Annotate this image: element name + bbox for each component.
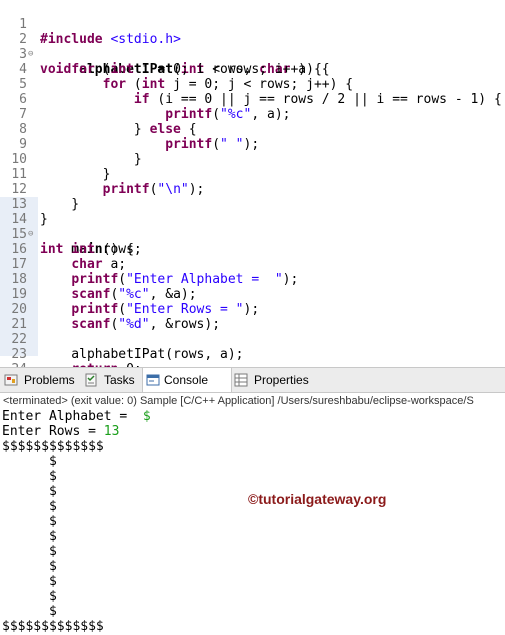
- code-line: 11 printf("\n");: [0, 152, 505, 197]
- console-line: Enter Rows = 13: [2, 424, 119, 439]
- console-output-line: $$$$$$$$$$$$$: [2, 619, 104, 634]
- console-output-line: $: [2, 559, 57, 574]
- console-prompt: Enter Rows =: [2, 424, 104, 439]
- code-line: 4 for (int j = 0; j < rows; j++) {: [0, 47, 505, 92]
- code-line: 5 if (i == 0 || j == rows / 2 || i == ro…: [0, 62, 505, 107]
- console-output-line: $: [2, 589, 57, 604]
- console-status-line: <terminated> (exit value: 0) Sample [C/C…: [3, 395, 474, 407]
- tab-label: Tasks: [104, 373, 135, 387]
- console-output-line: $: [2, 469, 57, 484]
- console-user-input: 13: [103, 424, 120, 439]
- tab-problems[interactable]: Problems: [4, 368, 76, 392]
- code-line: 13 }: [0, 182, 505, 227]
- code-line: 12 }: [0, 167, 505, 212]
- code-line: 18 scanf("%c", &a);: [0, 257, 505, 302]
- code-line: 14 ⊖ int main() {: [0, 197, 505, 257]
- code-line: 24 }: [0, 347, 505, 367]
- console-line: Enter Alphabet = $: [2, 409, 151, 424]
- console-output-line: $: [2, 514, 57, 529]
- console-output-line: $: [2, 529, 57, 544]
- watermark: ©tutorialgateway.org: [248, 491, 387, 507]
- code-line: 17 printf("Enter Alphabet = ");: [0, 242, 505, 287]
- console-output-line: $: [2, 454, 57, 469]
- code-line: 16 char a;: [0, 227, 505, 272]
- code-line: 7 } else {: [0, 92, 505, 137]
- console-output-line: $: [2, 499, 57, 514]
- problems-icon: [4, 374, 18, 386]
- tab-label: Console: [164, 373, 209, 387]
- code-line: 3 for (int i = 0; i < rows; i++) {: [0, 32, 505, 77]
- console-output-line: $$$$$$$$$$$$$: [2, 439, 104, 454]
- code-line: 20 scanf("%d", &rows);: [0, 287, 505, 332]
- tab-label: Properties: [254, 373, 309, 387]
- properties-icon: [234, 373, 248, 387]
- code-editor[interactable]: 1 #include <stdio.h> 2 ⊖ void alphabetIP…: [0, 0, 505, 367]
- console-icon: [146, 374, 160, 386]
- console-output[interactable]: Enter Alphabet = $ Enter Rows = 13 $$$$$…: [0, 409, 505, 635]
- code-line: 15 int rows;: [0, 212, 505, 257]
- tab-properties[interactable]: Properties: [234, 368, 320, 392]
- code-line: 10 }: [0, 137, 505, 182]
- tasks-icon: [85, 373, 97, 387]
- tab-label: Problems: [24, 373, 75, 387]
- console-user-input: $: [142, 409, 151, 424]
- view-tab-bar: Problems Tasks Console Properties: [0, 367, 505, 393]
- console-output-line: $: [2, 574, 57, 589]
- code-line: 9 }: [0, 122, 505, 167]
- code-line: 22 alphabetIPat(rows, a);: [0, 317, 505, 362]
- console-output-line: $: [2, 484, 57, 499]
- tab-console[interactable]: Console: [142, 368, 232, 392]
- code-line: 21: [0, 302, 505, 332]
- tab-tasks[interactable]: Tasks: [84, 368, 138, 392]
- code-line: 19 printf("Enter Rows = ");: [0, 272, 505, 317]
- code-line: 1 #include <stdio.h>: [0, 2, 505, 47]
- console-output-line: $: [2, 544, 57, 559]
- code-line: 6 printf("%c", a);: [0, 77, 505, 122]
- code-line: 2 ⊖ void alphabetIPat(int rows, char a) …: [0, 17, 505, 77]
- console-prompt: Enter Alphabet =: [2, 409, 143, 424]
- code-line: 23 return 0;: [0, 332, 505, 367]
- console-output-line: $: [2, 604, 57, 619]
- code-line: 8 printf(" ");: [0, 107, 505, 152]
